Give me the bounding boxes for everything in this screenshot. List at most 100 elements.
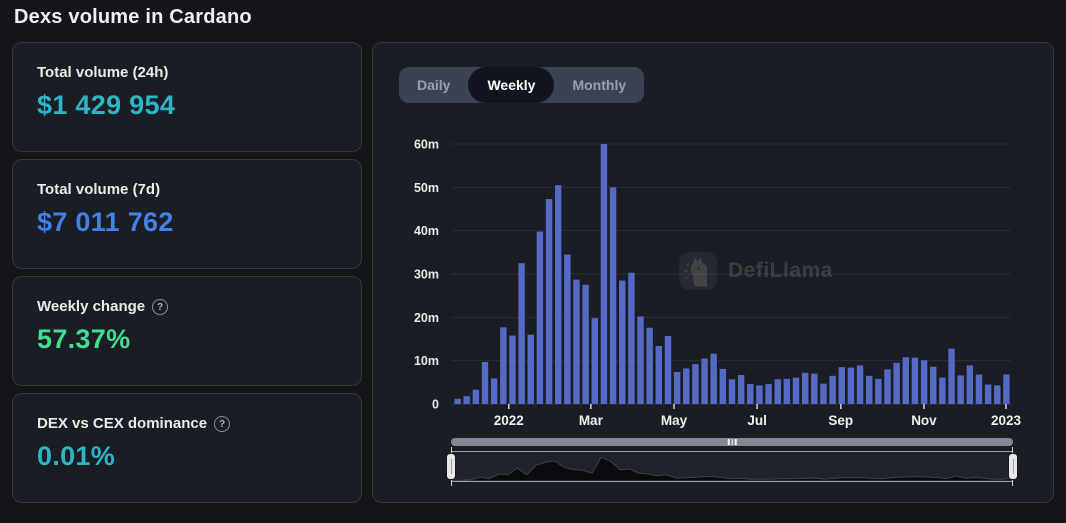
stat-label: Weekly change ?	[37, 298, 337, 315]
volume-bar-chart[interactable]: 010m20m30m40m50m60m2022MarMayJulSepNov20…	[385, 123, 1033, 435]
volume-bar[interactable]	[500, 327, 506, 404]
tab-weekly[interactable]: Weekly	[468, 67, 554, 103]
interval-tab-bar: Daily Weekly Monthly	[399, 67, 644, 103]
volume-bar[interactable]	[537, 232, 543, 404]
volume-bar[interactable]	[509, 336, 515, 404]
volume-bar[interactable]	[884, 369, 890, 404]
volume-bar[interactable]	[674, 372, 680, 404]
volume-bar[interactable]	[464, 396, 470, 404]
stat-label-text: DEX vs CEX dominance	[37, 415, 207, 432]
volume-bar[interactable]	[1003, 375, 1009, 404]
volume-bar[interactable]	[811, 374, 817, 404]
volume-bar[interactable]	[610, 187, 616, 404]
stat-label-text: Weekly change	[37, 298, 145, 315]
volume-bar[interactable]	[747, 384, 753, 404]
volume-bar[interactable]	[839, 367, 845, 404]
volume-bar[interactable]	[848, 368, 854, 404]
chart-zoom-brush	[451, 438, 1013, 484]
volume-bar[interactable]	[573, 280, 579, 404]
x-axis-label: Sep	[828, 413, 853, 428]
volume-bar[interactable]	[692, 364, 698, 404]
volume-bar[interactable]	[482, 362, 488, 404]
stat-label: Total volume (7d)	[37, 181, 337, 198]
volume-bar[interactable]	[546, 199, 552, 404]
volume-bar[interactable]	[802, 373, 808, 404]
volume-bar[interactable]	[829, 376, 835, 404]
volume-bar[interactable]	[701, 359, 707, 405]
volume-bar[interactable]	[738, 375, 744, 404]
volume-bar[interactable]	[930, 367, 936, 404]
volume-bar[interactable]	[528, 335, 534, 404]
volume-bar[interactable]	[683, 368, 689, 404]
volume-bar[interactable]	[775, 379, 781, 404]
volume-bar[interactable]	[793, 378, 799, 404]
volume-bar[interactable]	[875, 379, 881, 404]
y-axis-label: 60m	[414, 138, 439, 152]
volume-bar[interactable]	[491, 378, 497, 404]
volume-bar[interactable]	[820, 384, 826, 404]
volume-bar[interactable]	[656, 346, 662, 404]
tab-daily[interactable]: Daily	[399, 67, 468, 103]
volume-bar[interactable]	[665, 336, 671, 404]
volume-bar[interactable]	[619, 281, 625, 405]
volume-bar[interactable]	[765, 384, 771, 404]
stat-card-total-volume-7d: Total volume (7d) $7 011 762	[12, 159, 362, 269]
x-axis-label: 2022	[494, 413, 524, 428]
stat-card-weekly-change: Weekly change ? 57.37%	[12, 276, 362, 386]
chart-panel: Daily Weekly Monthly 010m20m30m40m50m60m…	[372, 42, 1054, 503]
volume-bar[interactable]	[582, 285, 588, 404]
volume-bar[interactable]	[994, 385, 1000, 404]
stat-value: 57.37%	[37, 324, 337, 355]
stat-label-text: Total volume (7d)	[37, 181, 160, 198]
volume-bar[interactable]	[729, 379, 735, 404]
volume-bar[interactable]	[628, 273, 634, 404]
volume-bar[interactable]	[711, 354, 717, 404]
volume-bar[interactable]	[720, 369, 726, 404]
volume-bar[interactable]	[985, 385, 991, 405]
volume-bar[interactable]	[637, 316, 643, 404]
stat-card-dex-vs-cex-dominance: DEX vs CEX dominance ? 0.01%	[12, 393, 362, 503]
volume-bar[interactable]	[903, 357, 909, 404]
volume-bar[interactable]	[957, 375, 963, 404]
stat-label: Total volume (24h)	[37, 64, 337, 81]
y-axis-label: 10m	[414, 354, 439, 368]
y-axis-label: 50m	[414, 181, 439, 195]
x-axis-label: Jul	[747, 413, 767, 428]
volume-bar[interactable]	[866, 376, 872, 404]
scrollbar-grip-icon[interactable]	[728, 439, 737, 445]
brush-handle-right[interactable]	[1008, 453, 1018, 480]
stats-column: Total volume (24h) $1 429 954 Total volu…	[12, 42, 362, 510]
volume-bar[interactable]	[912, 358, 918, 404]
volume-bar[interactable]	[976, 375, 982, 404]
volume-bar[interactable]	[473, 390, 479, 404]
help-icon[interactable]: ?	[214, 416, 230, 432]
y-axis-label: 40m	[414, 224, 439, 238]
page-title: Dexs volume in Cardano	[14, 6, 252, 29]
volume-bar[interactable]	[948, 349, 954, 404]
volume-bar[interactable]	[564, 255, 570, 405]
volume-bar[interactable]	[784, 379, 790, 404]
brush-scrollbar[interactable]	[451, 438, 1013, 446]
volume-bar[interactable]	[555, 185, 561, 404]
volume-bar[interactable]	[592, 318, 598, 404]
brush-area-silhouette	[452, 457, 1012, 481]
y-axis-label: 30m	[414, 268, 439, 282]
brush-handle-left[interactable]	[446, 453, 456, 480]
help-icon[interactable]: ?	[152, 299, 168, 315]
volume-bar[interactable]	[454, 399, 460, 404]
volume-bar[interactable]	[601, 144, 607, 404]
volume-bar[interactable]	[921, 360, 927, 404]
brush-mini-chart[interactable]	[451, 451, 1013, 482]
x-axis-label: Mar	[579, 413, 604, 428]
stat-label-text: Total volume (24h)	[37, 64, 168, 81]
volume-bar[interactable]	[646, 328, 652, 404]
x-axis-label: May	[661, 413, 688, 428]
volume-bar[interactable]	[857, 365, 863, 404]
volume-bar[interactable]	[518, 263, 524, 404]
tab-monthly[interactable]: Monthly	[554, 67, 644, 103]
volume-bar[interactable]	[939, 378, 945, 404]
stat-value: 0.01%	[37, 441, 337, 472]
volume-bar[interactable]	[967, 365, 973, 404]
volume-bar[interactable]	[893, 363, 899, 404]
volume-bar[interactable]	[756, 385, 762, 404]
